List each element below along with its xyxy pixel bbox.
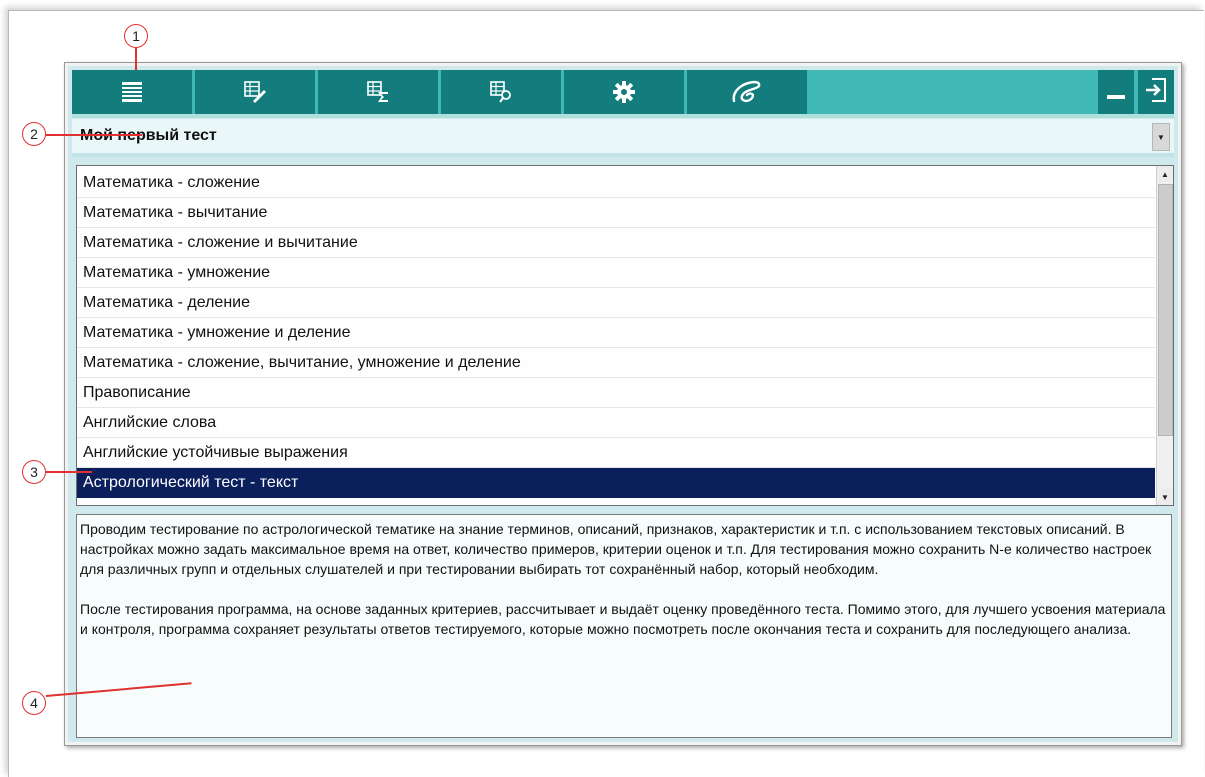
logo-icon [730,79,764,105]
callout-number: 1 [124,24,148,48]
test-list-items: Математика - сложение Математика - вычит… [77,168,1155,505]
callout-line [46,471,92,473]
list-item[interactable]: Математика - сложение [77,168,1155,198]
edit-icon [243,80,267,104]
exit-button[interactable] [1138,70,1174,114]
exit-icon [1144,77,1168,108]
minimize-icon [1105,79,1127,106]
list-item[interactable]: Математика - сложение и вычитание [77,228,1155,258]
gear-icon [612,80,636,104]
toolbar [72,70,1174,118]
callout-number: 2 [22,122,46,146]
app-body: Мой первый тест ▼ Математика - сложение … [68,66,1178,742]
list-item[interactable]: Астрологический тест - картинки [77,498,1155,505]
callout-number: 4 [22,691,46,715]
settings-button[interactable] [564,70,684,114]
scroll-down-icon[interactable]: ▼ [1157,489,1173,505]
description-paragraph: Проводим тестирование по астрологической… [80,521,1152,577]
test-list: Математика - сложение Математика - вычит… [76,165,1174,506]
list-button[interactable] [72,70,192,114]
list-item[interactable]: Математика - умножение и деление [77,318,1155,348]
test-select[interactable]: Мой первый тест ▼ [72,119,1174,157]
list-item[interactable]: Правописание [77,378,1155,408]
search-doc-icon [489,80,513,104]
sum-icon [366,80,390,104]
dropdown-arrow-icon[interactable]: ▼ [1152,123,1170,151]
scroll-up-icon[interactable]: ▲ [1157,166,1173,182]
list-item[interactable]: Математика - вычитание [77,198,1155,228]
list-item[interactable]: Математика - сложение, вычитание, умноже… [77,348,1155,378]
search-button[interactable] [441,70,561,114]
callout-line [135,48,137,70]
about-button[interactable] [687,70,807,114]
minimize-button[interactable] [1098,70,1134,114]
callout-line [46,134,142,136]
list-item[interactable]: Математика - умножение [77,258,1155,288]
scroll-thumb[interactable] [1158,184,1173,436]
list-item[interactable]: Английские слова [77,408,1155,438]
list-item[interactable]: Английские устойчивые выражения [77,438,1155,468]
list-item[interactable]: Математика - деление [77,288,1155,318]
list-icon [121,80,143,104]
test-select-value: Мой первый тест [80,127,217,144]
edit-button[interactable] [195,70,315,114]
sum-button[interactable] [318,70,438,114]
app-window: Мой первый тест ▼ Математика - сложение … [64,62,1182,746]
list-item[interactable]: Астрологический тест - текст [77,468,1155,498]
list-scrollbar[interactable]: ▲ ▼ [1156,166,1173,505]
description-paragraph: После тестирования программа, на основе … [80,601,1166,637]
test-description: Проводим тестирование по астрологической… [76,514,1172,738]
callout-number: 3 [22,460,46,484]
